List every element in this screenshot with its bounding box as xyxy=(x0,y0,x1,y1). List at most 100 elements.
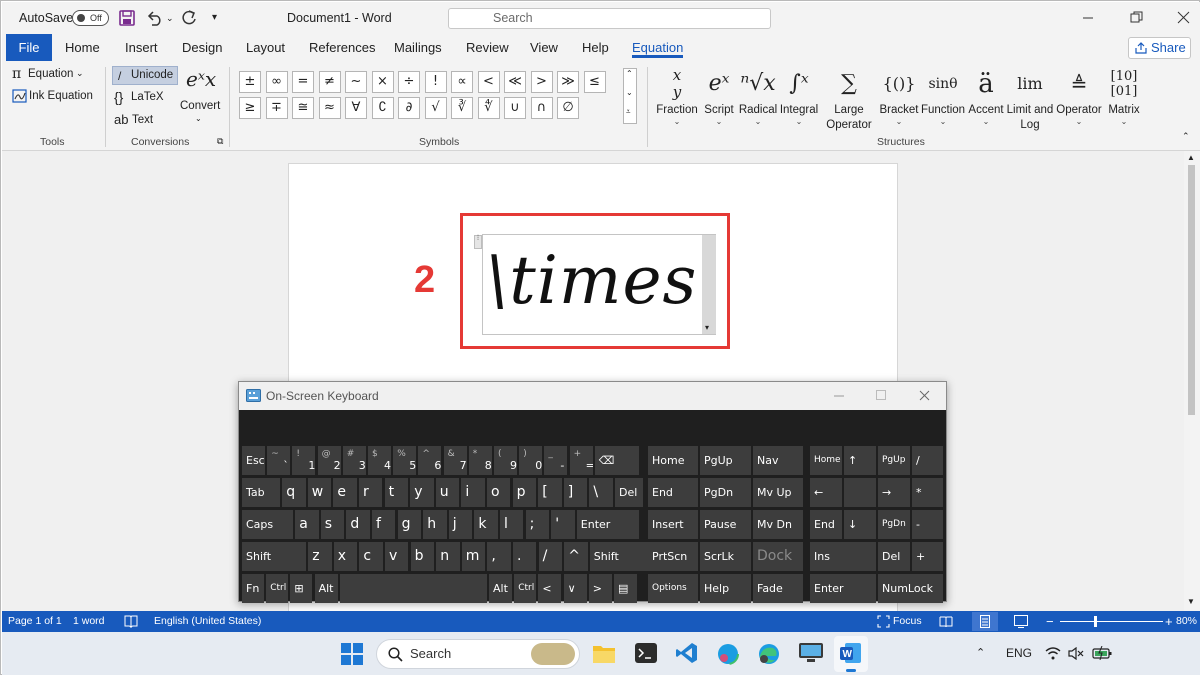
autosave-toggle[interactable]: Off xyxy=(72,10,109,26)
symbol-button[interactable]: ≤ xyxy=(583,71,606,93)
osk-key[interactable]: ↑ xyxy=(844,446,876,475)
osk-maximize-icon[interactable] xyxy=(876,390,886,400)
osk-key[interactable]: ~ ` xyxy=(267,446,291,475)
symbol-button[interactable]: ∞ xyxy=(265,71,288,93)
word-count[interactable]: 1 word xyxy=(73,611,105,632)
osk-key[interactable]: $4 xyxy=(368,446,391,475)
osk-key[interactable]: NumLock xyxy=(878,574,943,603)
symbol-gallery-scroll[interactable]: ⌃ ⌄ ⩡ xyxy=(623,68,637,124)
symbol-button[interactable]: ~ xyxy=(345,71,367,93)
symbol-button[interactable]: ≫ xyxy=(557,71,579,93)
fraction-button[interactable]: x y Fraction ⌄ xyxy=(654,65,700,126)
symbol-button[interactable]: ± xyxy=(239,71,261,93)
osk-key[interactable]: Enter xyxy=(810,574,876,603)
osk-key[interactable]: % 5 xyxy=(393,446,417,475)
osk-key[interactable]: Nav xyxy=(753,446,803,475)
convert-button[interactable]: Convert xyxy=(180,100,220,112)
symbol-button[interactable]: ! xyxy=(424,71,447,93)
osk-key[interactable]: Fade xyxy=(753,574,803,603)
osk-key[interactable]: PrtScn xyxy=(648,542,698,571)
symbol-button[interactable]: ∛ xyxy=(451,97,473,119)
tab-home[interactable]: Home xyxy=(65,34,100,61)
osk-key[interactable]: p xyxy=(512,478,536,507)
language-status[interactable]: English (United States) xyxy=(154,611,261,632)
osk-key[interactable]: y xyxy=(410,478,434,507)
osk-key[interactable]: ← xyxy=(810,478,842,507)
tab-file[interactable]: File xyxy=(6,34,52,61)
symbol-button[interactable]: < xyxy=(477,71,500,93)
osk-key[interactable] xyxy=(844,478,876,507)
operator-button[interactable]: ≜ Operator ⌄ xyxy=(1054,65,1104,126)
osk-key[interactable]: u xyxy=(435,478,460,507)
osk-key[interactable]: PgUp xyxy=(878,446,910,475)
tab-design[interactable]: Design xyxy=(182,34,222,61)
osk-key[interactable]: ^ 6 xyxy=(418,446,442,475)
osk-key[interactable]: , xyxy=(487,542,511,571)
osk-key[interactable]: PgDn xyxy=(878,510,910,539)
osk-key[interactable]: #3 xyxy=(342,446,366,475)
symbol-button[interactable]: ≅ xyxy=(292,97,314,119)
osk-key[interactable]: v xyxy=(385,542,409,571)
share-button[interactable]: Share xyxy=(1128,37,1191,59)
osk-key[interactable]: ↓ xyxy=(844,510,876,539)
osk-key[interactable]: * xyxy=(912,478,943,507)
symbol-button[interactable]: ∪ xyxy=(504,97,526,119)
osk-key[interactable]: Help xyxy=(700,574,751,603)
osk-key[interactable]: Pause xyxy=(700,510,751,539)
windows-start-icon[interactable] xyxy=(341,643,363,665)
symbol-button[interactable]: > xyxy=(530,71,553,93)
osk-key[interactable]: d xyxy=(346,510,370,539)
osk-key[interactable]: i xyxy=(461,478,485,507)
restore-icon[interactable] xyxy=(1130,11,1143,24)
wifi-icon[interactable] xyxy=(1045,647,1061,660)
ink-equation-button[interactable]: Ink Equation xyxy=(29,90,93,102)
symbol-button[interactable]: ≈ xyxy=(318,97,341,119)
osk-key[interactable]: q xyxy=(282,478,306,507)
tab-mailings[interactable]: Mailings xyxy=(394,34,442,61)
dialog-launcher-icon[interactable]: ⧉ xyxy=(217,136,223,147)
edge-profile-icon[interactable] xyxy=(716,642,740,666)
symbol-button[interactable]: × xyxy=(371,71,394,93)
osk-key[interactable]: k xyxy=(474,510,498,539)
osk-key[interactable]: ▤ xyxy=(614,574,637,603)
tab-view[interactable]: View xyxy=(530,34,558,61)
latex-option[interactable]: LaTeX xyxy=(131,91,164,103)
web-layout-icon[interactable] xyxy=(1014,615,1028,628)
osk-key[interactable]: ) 0 xyxy=(519,446,543,475)
remote-desktop-icon[interactable] xyxy=(799,643,823,663)
osk-key[interactable]: PgDn xyxy=(700,478,751,507)
text-option[interactable]: Text xyxy=(132,114,153,126)
accent-button[interactable]: ä Accent ⌄ xyxy=(966,65,1006,126)
osk-key[interactable]: Shift xyxy=(242,542,306,571)
focus-mode[interactable]: Focus xyxy=(893,611,922,632)
redo-icon[interactable] xyxy=(180,10,198,26)
input-language[interactable]: ENG xyxy=(1006,632,1032,675)
symbol-button[interactable]: ∩ xyxy=(530,97,553,119)
symbol-button[interactable]: √ xyxy=(424,97,447,119)
osk-key[interactable]: z xyxy=(308,542,332,571)
osk-key[interactable]: s xyxy=(320,510,345,539)
focus-icon[interactable] xyxy=(877,615,890,628)
terminal-icon[interactable] xyxy=(635,643,657,663)
osk-key[interactable]: l xyxy=(500,510,524,539)
osk-key[interactable]: ∨ xyxy=(563,574,587,603)
osk-key[interactable]: Home xyxy=(648,446,698,475)
osk-key[interactable]: / xyxy=(912,446,943,475)
search-input[interactable]: Search xyxy=(448,8,771,29)
osk-key[interactable]: a xyxy=(295,510,319,539)
radical-button[interactable]: ⁿ√x Radical ⌄ xyxy=(738,65,778,126)
zoom-slider-thumb[interactable] xyxy=(1094,616,1097,627)
osk-key[interactable]: j xyxy=(448,510,473,539)
osk-key[interactable]: - xyxy=(912,510,943,539)
osk-key[interactable]: m xyxy=(461,542,486,571)
symbol-button[interactable]: = xyxy=(292,71,314,93)
osk-key[interactable]: Options xyxy=(648,574,698,603)
symbol-button[interactable]: ∝ xyxy=(451,71,473,93)
osk-key[interactable]: Home xyxy=(810,446,842,475)
osk-key[interactable]: ⊞ xyxy=(290,574,313,603)
osk-key[interactable]: Alt xyxy=(314,574,338,603)
osk-minimize-icon[interactable] xyxy=(834,391,844,401)
scroll-thumb[interactable] xyxy=(1188,165,1195,415)
symbol-button[interactable]: ∁ xyxy=(371,97,394,119)
osk-key[interactable]: → xyxy=(878,478,910,507)
